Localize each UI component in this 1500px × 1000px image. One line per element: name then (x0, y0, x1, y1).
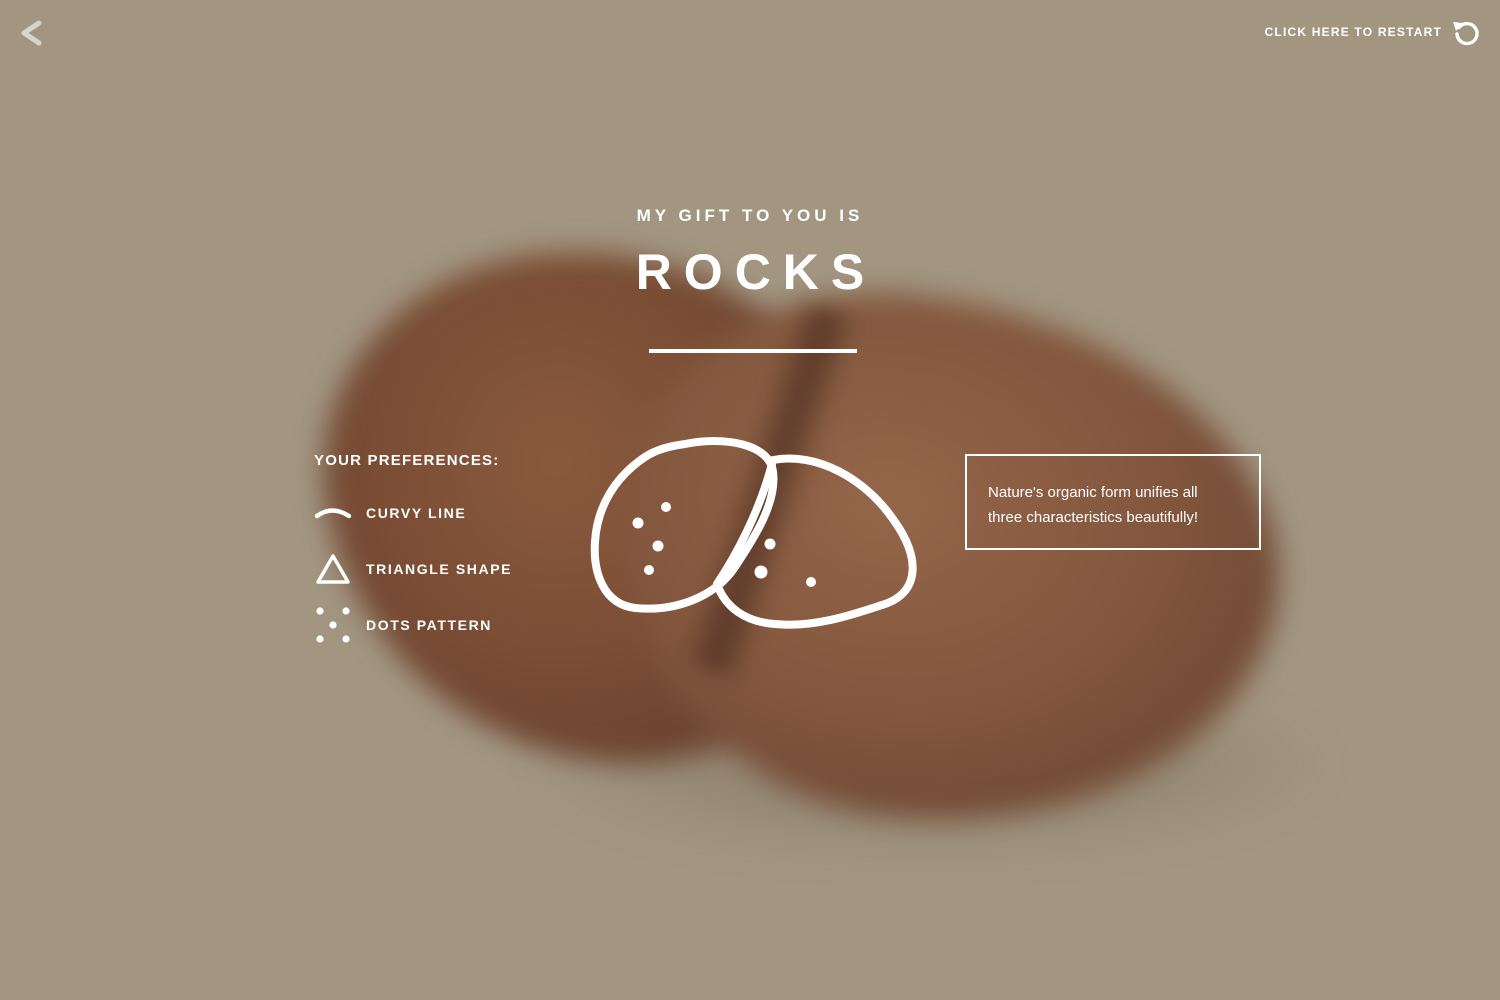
preference-label: TRIANGLE SHAPE (366, 561, 513, 577)
title-divider (649, 349, 857, 353)
description-text: Nature's organic form unifies all three … (988, 484, 1199, 526)
rocks-icon (590, 437, 917, 629)
preference-label: DOTS PATTERN (366, 617, 493, 633)
preference-item-curvy-line: CURVY LINE (314, 485, 512, 541)
restart-label: CLICK HERE TO RESTART (1264, 25, 1442, 39)
gift-result-screen: CLICK HERE TO RESTART MY GIFT TO YOU IS … (0, 0, 1500, 1000)
gift-title: ROCKS (635, 244, 877, 300)
result-subtitle: MY GIFT TO YOU IS (636, 206, 864, 225)
description-box: Nature's organic form unifies all three … (965, 454, 1261, 550)
preference-item-triangle-shape: TRIANGLE SHAPE (314, 541, 512, 597)
restart-button[interactable]: CLICK HERE TO RESTART (1265, 18, 1480, 46)
preference-item-dots-pattern: DOTS PATTERN (314, 597, 512, 653)
back-button[interactable] (18, 18, 46, 48)
preferences-heading: YOUR PREFERENCES: (314, 452, 500, 469)
curvy-line-icon (314, 494, 352, 532)
triangle-icon (314, 550, 352, 588)
preference-label: CURVY LINE (366, 505, 467, 521)
chevron-left-icon (21, 20, 42, 46)
dots-icon (314, 606, 352, 644)
preferences-panel: YOUR PREFERENCES: CURVY LINE TRIANGLE SH… (314, 452, 512, 653)
restart-icon (1453, 21, 1479, 46)
